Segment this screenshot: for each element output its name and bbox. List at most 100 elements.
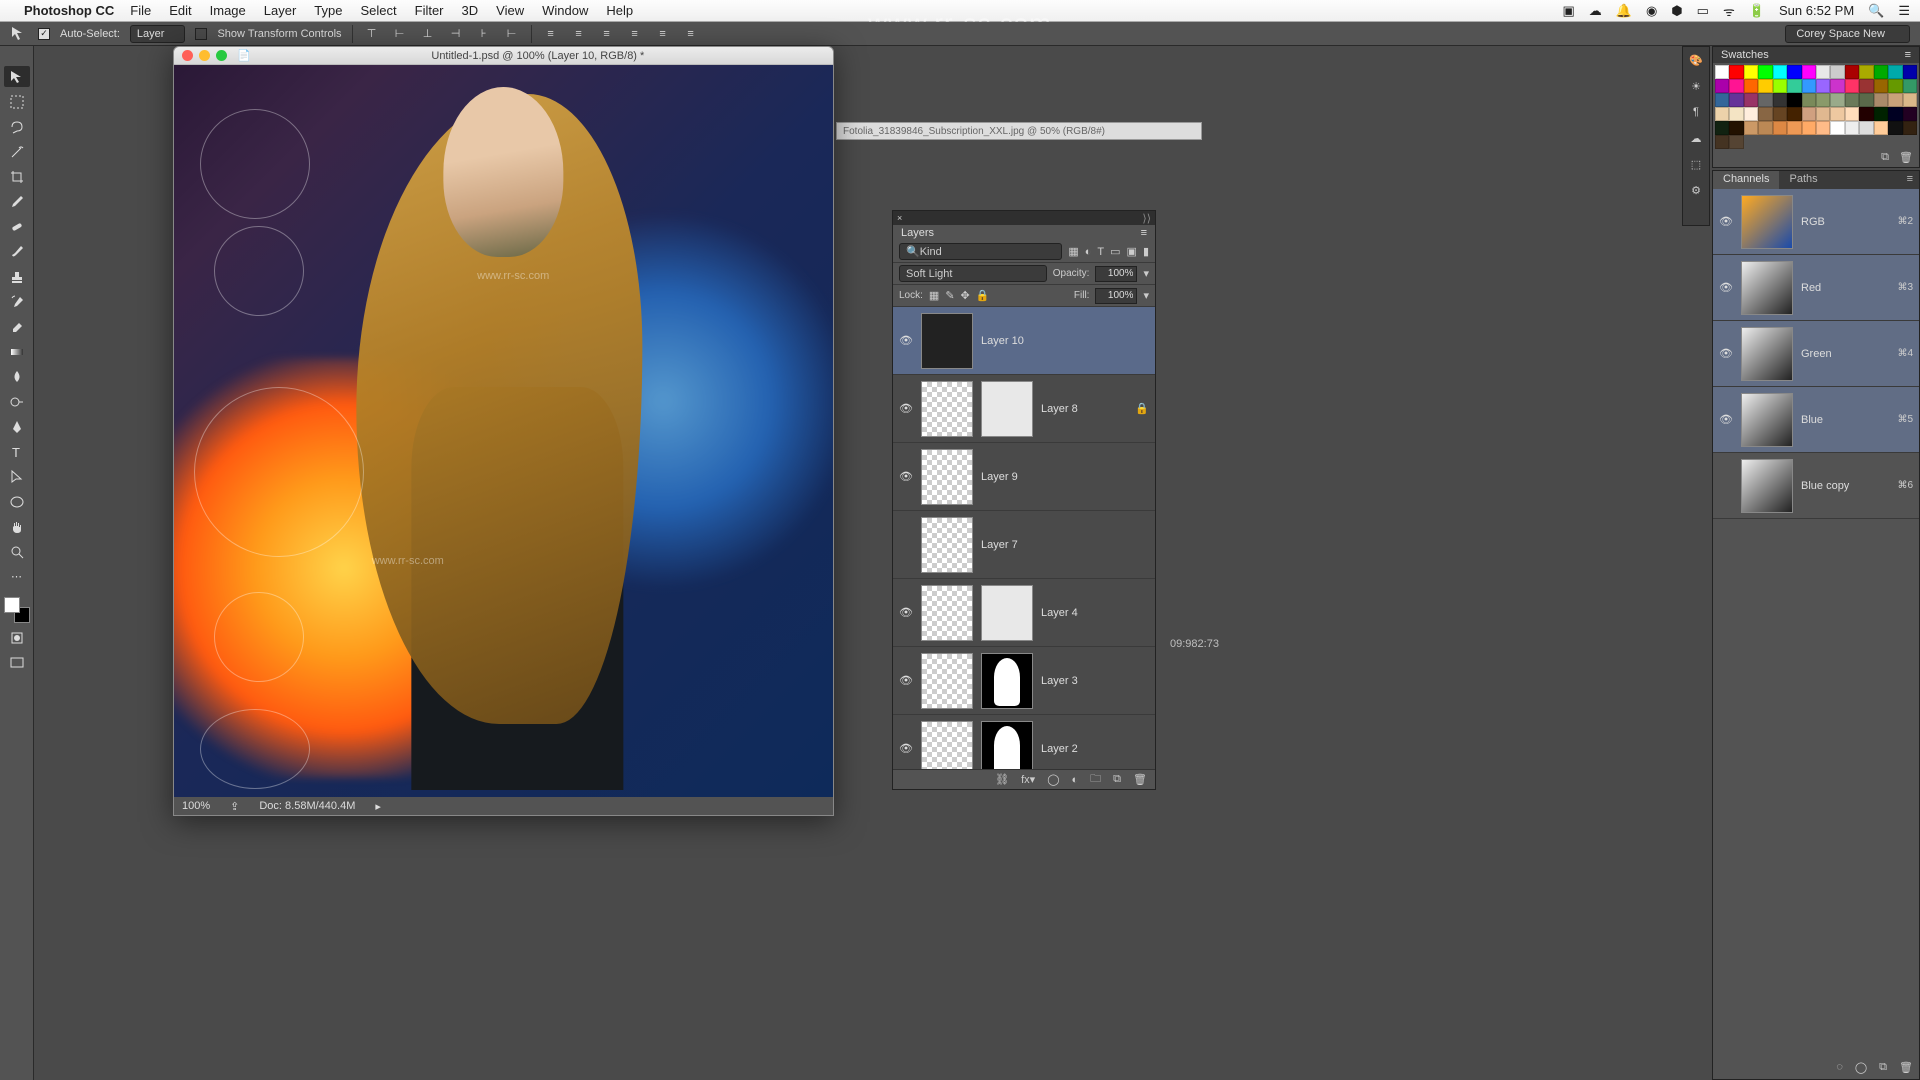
menu-filter[interactable]: Filter bbox=[415, 3, 444, 18]
lasso-tool[interactable] bbox=[4, 116, 30, 137]
swatch[interactable] bbox=[1744, 65, 1758, 79]
swatch[interactable] bbox=[1874, 79, 1888, 93]
menu-3d[interactable]: 3D bbox=[462, 3, 479, 18]
swatch[interactable] bbox=[1729, 93, 1743, 107]
lock-trans-icon[interactable]: ▦ bbox=[929, 289, 939, 302]
swatch[interactable] bbox=[1830, 107, 1844, 121]
bell-icon[interactable]: 🔔 bbox=[1616, 3, 1632, 19]
swatch[interactable] bbox=[1903, 79, 1917, 93]
channel-thumbnail[interactable] bbox=[1741, 261, 1793, 315]
menu-window[interactable]: Window bbox=[542, 3, 588, 18]
swatch-new-icon[interactable]: ⧉ bbox=[1881, 151, 1889, 167]
align-left-icon[interactable]: ⊣ bbox=[447, 25, 465, 43]
swatch[interactable] bbox=[1744, 93, 1758, 107]
blur-tool[interactable] bbox=[4, 366, 30, 387]
layer-row[interactable]: 👁 Layer 9 bbox=[893, 443, 1155, 511]
menu-file[interactable]: File bbox=[130, 3, 151, 18]
swatch[interactable] bbox=[1874, 93, 1888, 107]
swatch[interactable] bbox=[1816, 107, 1830, 121]
auto-select-checkbox[interactable]: ✓ bbox=[38, 28, 50, 40]
swatch[interactable] bbox=[1744, 79, 1758, 93]
hand-tool[interactable] bbox=[4, 516, 30, 537]
swatch[interactable] bbox=[1874, 107, 1888, 121]
swatch[interactable] bbox=[1888, 65, 1902, 79]
load-selection-icon[interactable]: ◌ bbox=[1836, 1061, 1843, 1079]
new-channel-icon[interactable]: ⧉ bbox=[1879, 1061, 1887, 1079]
layers-tab[interactable]: Layers≡ bbox=[893, 225, 1155, 241]
channel-row[interactable]: 👁 Green ⌘4 bbox=[1713, 321, 1919, 387]
cc-icon[interactable]: ◉ bbox=[1646, 3, 1657, 19]
distribute-4-icon[interactable]: ≡ bbox=[626, 25, 644, 43]
canvas[interactable]: www.rr-sc.com www.rr-sc.com bbox=[174, 65, 833, 797]
layer-name[interactable]: Layer 8 bbox=[1041, 403, 1078, 415]
menu-edit[interactable]: Edit bbox=[169, 3, 191, 18]
swatch[interactable] bbox=[1787, 79, 1801, 93]
swatch[interactable] bbox=[1903, 93, 1917, 107]
zoom-readout[interactable]: 100% bbox=[182, 800, 210, 812]
cloud-icon[interactable]: ☁ bbox=[1589, 3, 1602, 19]
swatch[interactable] bbox=[1773, 79, 1787, 93]
heal-tool[interactable] bbox=[4, 216, 30, 237]
swatches-grid[interactable] bbox=[1713, 63, 1919, 151]
layer-row[interactable]: 👁 Layer 4 bbox=[893, 579, 1155, 647]
screenmode-tool[interactable] bbox=[4, 652, 30, 673]
swatch[interactable] bbox=[1845, 93, 1859, 107]
visibility-icon[interactable]: 👁 bbox=[899, 470, 913, 483]
adjustment-icon[interactable]: ◐ bbox=[1072, 774, 1079, 786]
lock-all-icon[interactable]: 🔒 bbox=[976, 289, 990, 302]
dodge-tool[interactable] bbox=[4, 391, 30, 412]
swatch[interactable] bbox=[1758, 93, 1772, 107]
fill-input[interactable] bbox=[1095, 288, 1137, 304]
visibility-icon[interactable]: 👁 bbox=[1719, 413, 1733, 426]
swatch[interactable] bbox=[1787, 65, 1801, 79]
filter-toggle-icon[interactable]: ▮ bbox=[1143, 245, 1149, 258]
swatch[interactable] bbox=[1715, 135, 1729, 149]
lock-pixel-icon[interactable]: ✎ bbox=[945, 289, 954, 302]
menu-type[interactable]: Type bbox=[314, 3, 342, 18]
swatch[interactable] bbox=[1830, 93, 1844, 107]
swatch[interactable] bbox=[1874, 65, 1888, 79]
swatch[interactable] bbox=[1744, 121, 1758, 135]
brush-tool[interactable] bbox=[4, 241, 30, 262]
swatch[interactable] bbox=[1744, 107, 1758, 121]
swatch[interactable] bbox=[1773, 121, 1787, 135]
swatch[interactable] bbox=[1874, 121, 1888, 135]
layer-row[interactable]: 👁 Layer 8 🔒 bbox=[893, 375, 1155, 443]
dock-3d-icon[interactable]: ⬚ bbox=[1683, 151, 1709, 177]
layer-name[interactable]: Layer 9 bbox=[981, 471, 1018, 483]
swatch[interactable] bbox=[1758, 65, 1772, 79]
filter-pixel-icon[interactable]: ▦ bbox=[1068, 245, 1078, 258]
channel-thumbnail[interactable] bbox=[1741, 393, 1793, 447]
swatch[interactable] bbox=[1859, 121, 1873, 135]
swatch[interactable] bbox=[1888, 93, 1902, 107]
layer-name[interactable]: Layer 2 bbox=[1041, 743, 1078, 755]
zoom-tool[interactable] bbox=[4, 541, 30, 562]
link-layers-icon[interactable]: ⛓ bbox=[995, 773, 1009, 786]
channel-thumbnail[interactable] bbox=[1741, 327, 1793, 381]
swatch[interactable] bbox=[1859, 107, 1873, 121]
swatch[interactable] bbox=[1845, 121, 1859, 135]
distribute-1-icon[interactable]: ≡ bbox=[542, 25, 560, 43]
swatch[interactable] bbox=[1729, 79, 1743, 93]
swatch[interactable] bbox=[1888, 121, 1902, 135]
paths-tab[interactable]: Paths bbox=[1779, 171, 1827, 189]
align-vcenter-icon[interactable]: ⊢ bbox=[391, 25, 409, 43]
swatch[interactable] bbox=[1888, 107, 1902, 121]
filter-shape-icon[interactable]: ▭ bbox=[1110, 245, 1120, 258]
channel-row[interactable]: 👁 Red ⌘3 bbox=[1713, 255, 1919, 321]
align-hcenter-icon[interactable]: ⊦ bbox=[475, 25, 493, 43]
window-minimize-icon[interactable] bbox=[199, 50, 210, 61]
dropbox-icon[interactable]: ⬢ bbox=[1671, 3, 1682, 19]
visibility-icon[interactable]: 👁 bbox=[1719, 347, 1733, 360]
filter-type-icon[interactable]: T bbox=[1097, 246, 1104, 258]
save-selection-icon[interactable]: ◯ bbox=[1855, 1061, 1867, 1079]
layer-name[interactable]: Layer 10 bbox=[981, 335, 1024, 347]
layer-thumbnail[interactable] bbox=[921, 517, 973, 573]
wifi-icon[interactable]: ᯤ bbox=[1723, 2, 1735, 20]
panel-menu-icon[interactable]: ≡ bbox=[1141, 227, 1147, 239]
lock-pos-icon[interactable]: ✥ bbox=[961, 289, 970, 302]
layer-name[interactable]: Layer 7 bbox=[981, 539, 1018, 551]
swatch[interactable] bbox=[1773, 93, 1787, 107]
share-icon[interactable]: ⇪ bbox=[230, 800, 239, 813]
crop-tool[interactable] bbox=[4, 166, 30, 187]
